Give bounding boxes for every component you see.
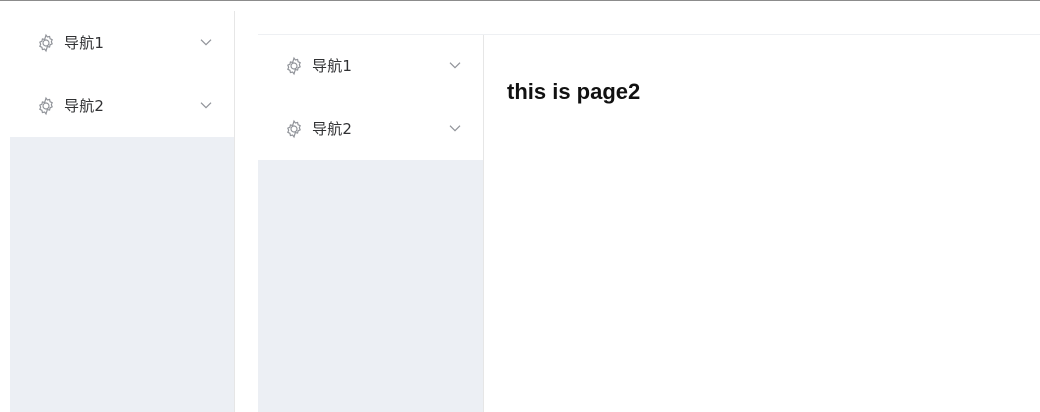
sidebar-item-label: 导航2 <box>64 97 105 115</box>
inner-sidebar-menu: 导航1 导航2 <box>258 34 483 160</box>
page-title: this is page2 <box>507 79 641 104</box>
gear-icon <box>36 96 56 116</box>
inner-sidebar-top-divider <box>258 34 484 35</box>
chevron-down-icon <box>200 101 212 109</box>
app-root: 导航1 导航2 导航1 导航2 this is page2 <box>0 1 1040 412</box>
sidebar-item-label: 导航1 <box>312 57 353 75</box>
inner-sidebar-item-nav1[interactable]: 导航1 <box>258 34 483 97</box>
inner-sidebar: 导航1 导航2 <box>258 34 484 412</box>
chevron-down-icon <box>449 124 461 132</box>
gear-icon <box>284 119 304 139</box>
main-content: this is page2 <box>484 34 1040 412</box>
inner-sidebar-item-nav2[interactable]: 导航2 <box>258 97 483 160</box>
outer-sidebar-menu: 导航1 导航2 <box>10 11 234 137</box>
sidebar-item-label: 导航2 <box>312 120 353 138</box>
gear-icon <box>36 33 56 53</box>
chevron-down-icon <box>200 38 212 46</box>
outer-sidebar-item-nav2[interactable]: 导航2 <box>10 74 234 137</box>
gear-icon <box>284 56 304 76</box>
outer-sidebar: 导航1 导航2 <box>10 11 235 412</box>
sidebar-item-label: 导航1 <box>64 34 105 52</box>
outer-sidebar-item-nav1[interactable]: 导航1 <box>10 11 234 74</box>
chevron-down-icon <box>449 61 461 69</box>
